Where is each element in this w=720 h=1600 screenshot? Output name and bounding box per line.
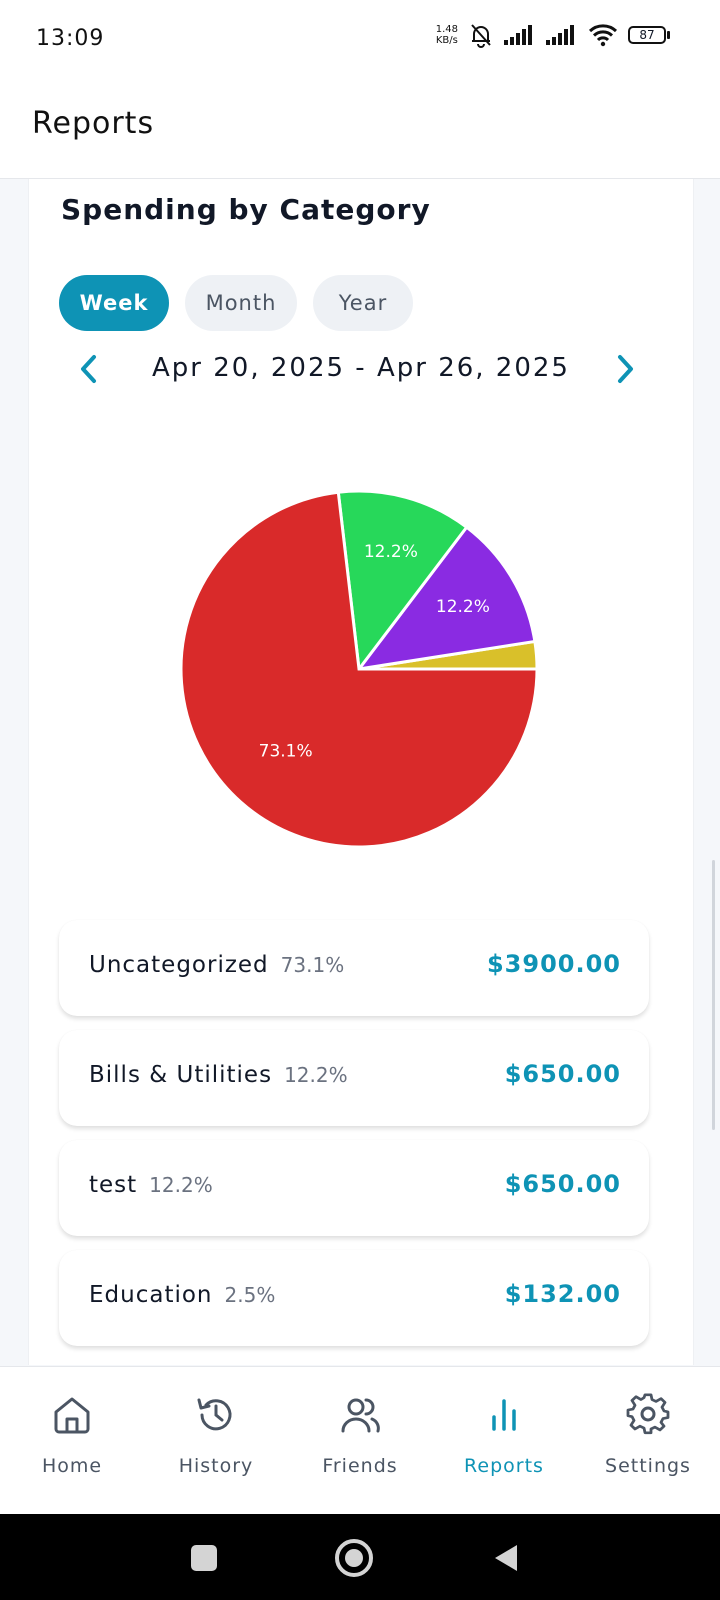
pie-label: 73.1% — [259, 741, 313, 761]
recents-button[interactable] — [182, 1536, 226, 1580]
category-label: Bills & Utilities — [89, 1062, 273, 1088]
category-row[interactable]: test 12.2% $650.00 — [59, 1140, 649, 1236]
back-triangle-icon — [495, 1545, 517, 1571]
category-percent: 12.2% — [284, 1063, 348, 1087]
category-name: test 12.2% — [89, 1172, 213, 1198]
category-label: Uncategorized — [89, 952, 269, 978]
category-row[interactable]: Uncategorized 73.1% $3900.00 — [59, 920, 649, 1016]
nav-history[interactable]: History — [144, 1367, 288, 1515]
nav-settings[interactable]: Settings — [576, 1367, 720, 1515]
battery-level: 87 — [628, 26, 666, 44]
battery-icon: 87 — [628, 26, 670, 44]
nav-history-label: History — [178, 1455, 254, 1477]
nav-home-label: Home — [41, 1455, 103, 1477]
next-period-button[interactable] — [605, 349, 645, 389]
home-icon — [54, 1397, 90, 1434]
chevron-right-icon — [618, 355, 633, 383]
section-title: Spending by Category — [61, 193, 431, 226]
app-header: Reports — [0, 80, 720, 179]
nav-home[interactable]: Home — [0, 1367, 144, 1515]
category-amount: $650.00 — [504, 1170, 621, 1198]
status-time: 13:09 — [36, 26, 105, 51]
mute-bell-icon — [471, 24, 491, 48]
network-speed-unit: KB/s — [435, 35, 458, 46]
settings-icon — [626, 1393, 670, 1435]
page-title: Reports — [32, 106, 155, 141]
home-system-button[interactable] — [332, 1536, 376, 1580]
category-pie-chart: 12.2% 12.2% 73.1% — [179, 489, 539, 849]
category-amount: $3900.00 — [486, 950, 621, 978]
category-label: test — [89, 1172, 138, 1198]
pie-label: 12.2% — [364, 542, 418, 562]
friends-icon — [341, 1398, 380, 1433]
category-amount: $650.00 — [504, 1060, 621, 1088]
category-amount: $132.00 — [504, 1280, 621, 1308]
tab-week[interactable]: Week — [59, 275, 169, 331]
category-name: Uncategorized 73.1% — [89, 952, 344, 978]
tab-year[interactable]: Year — [313, 275, 413, 331]
system-navigation-bar — [0, 1514, 720, 1600]
category-percent: 2.5% — [224, 1283, 276, 1307]
network-speed-value: 1.48 — [435, 24, 458, 35]
date-navigator: Apr 20, 2025 - Apr 26, 2025 — [29, 345, 693, 395]
signal-icon — [546, 25, 574, 45]
status-icons: 1.48 KB/s 87 — [436, 22, 670, 48]
category-name: Bills & Utilities 12.2% — [89, 1062, 348, 1088]
nav-friends-label: Friends — [322, 1455, 398, 1477]
spending-card: Spending by Category Week Month Year Apr… — [28, 179, 694, 1365]
signal-icon — [504, 25, 532, 45]
back-button[interactable] — [484, 1536, 528, 1580]
date-range-label: Apr 20, 2025 - Apr 26, 2025 — [152, 353, 570, 383]
bottom-navigation: Home History Friends Reports Settings — [0, 1366, 720, 1515]
status-bar: 13:09 1.48 KB/s 87 — [0, 0, 720, 80]
nav-reports-label: Reports — [464, 1455, 544, 1477]
wifi-icon — [588, 24, 618, 47]
network-speed: 1.48 KB/s — [436, 24, 458, 46]
scroll-indicator[interactable] — [712, 860, 715, 1130]
history-icon — [197, 1398, 232, 1431]
nav-settings-label: Settings — [605, 1455, 691, 1477]
category-label: Education — [89, 1282, 213, 1308]
category-row[interactable]: Bills & Utilities 12.2% $650.00 — [59, 1030, 649, 1126]
nav-friends[interactable]: Friends — [288, 1367, 432, 1515]
category-name: Education 2.5% — [89, 1282, 275, 1308]
nav-reports[interactable]: Reports — [432, 1367, 576, 1515]
category-row[interactable]: Education 2.5% $132.00 — [59, 1250, 649, 1346]
pie-label: 12.2% — [436, 597, 490, 617]
reports-icon — [492, 1399, 516, 1431]
square-icon — [191, 1545, 217, 1571]
tab-month[interactable]: Month — [185, 275, 297, 331]
category-percent: 73.1% — [280, 953, 345, 977]
circle-home-icon — [335, 1539, 373, 1577]
category-percent: 12.2% — [149, 1173, 213, 1197]
